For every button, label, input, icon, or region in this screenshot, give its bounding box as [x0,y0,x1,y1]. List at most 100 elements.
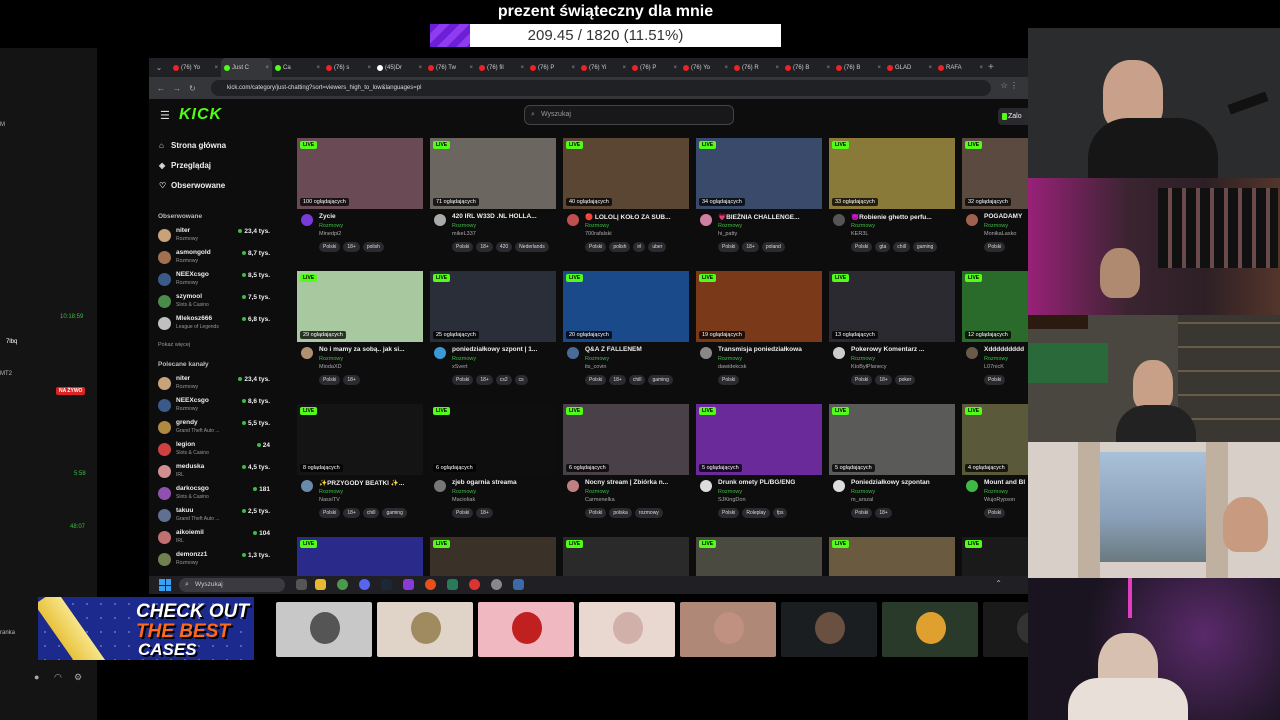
streamer-name[interactable]: Minedpi2 [319,231,341,237]
tag[interactable]: 420 [495,242,513,252]
stream-category[interactable]: Rozmowy [319,489,343,495]
sidebar-channel[interactable]: darkocsgo Slots & Casino 181 [158,485,270,507]
stream-thumbnail[interactable]: LIVE 13 oglądających [829,271,955,342]
browser-tab[interactable]: (76) B × [782,58,833,77]
mic-icon[interactable]: ● [34,672,39,682]
tag[interactable]: uber [648,242,667,252]
stream-thumbnail[interactable]: LIVE 100 oglądających [297,138,423,209]
browser-tab[interactable]: Ca × [272,58,323,77]
bookmark-star-icon[interactable]: ☆ ⋮ [1001,81,1018,90]
stream-category[interactable]: Rozmowy [585,489,609,495]
stream-title[interactable]: 🔴 LOLOL| KOŁO ZA SUB... [585,213,689,221]
tag[interactable]: rozmowy [634,508,663,518]
avatar[interactable] [833,347,845,359]
avatar[interactable] [301,347,313,359]
stream-card[interactable]: LIVE 33 oglądających 😈Robienie ghetto perf… [829,138,955,268]
tag[interactable]: 18+ [875,508,892,518]
stream-title[interactable]: Życie [319,213,423,220]
tag[interactable]: Polski [319,375,341,385]
show-more-link[interactable]: Pokaż więcej [158,342,190,348]
stream-category[interactable]: Rozmowy [585,223,609,229]
stream-thumbnail[interactable]: LIVE 32 oglądających [962,138,1028,209]
browser-tab[interactable]: (76) s × [323,58,374,77]
tag[interactable]: polish [609,242,631,252]
avatar[interactable] [966,214,978,226]
tag[interactable]: 18+ [476,242,493,252]
nav-following[interactable]: ♡ Obserwowane [159,181,225,190]
sidebar-channel[interactable]: demonzz1 Rozmowy 1,3 tys. [158,551,270,573]
stream-category[interactable]: Rozmowy [984,489,1008,495]
reload-icon[interactable]: ↻ [189,84,196,93]
chrome-icon[interactable] [337,579,348,590]
streamer-name[interactable]: MiodaXD [319,364,342,370]
close-tab-icon[interactable]: × [265,65,269,71]
stream-card[interactable]: LIVE 8 oglądających ✨PRZYGODY BEATKI ✨... R… [297,404,423,534]
close-tab-icon[interactable]: × [571,65,575,71]
browser-tab[interactable]: RAFA × [935,58,986,77]
stream-thumbnail[interactable]: LIVE 6 oglądających [563,404,689,475]
sidebar-channel[interactable]: Mlekosz666 League of Legends 6,8 tys. [158,315,270,337]
close-tab-icon[interactable]: × [316,65,320,71]
browser-tab[interactable]: (76) R × [731,58,782,77]
tag[interactable]: Polski [851,508,873,518]
stream-thumbnail[interactable]: LIVE 25 oglądających [430,271,556,342]
stream-thumbnail[interactable]: LIVE [430,537,556,576]
stream-category[interactable]: Rozmowy [319,356,343,362]
tag[interactable]: 18+ [476,508,493,518]
stream-category[interactable]: Rozmowy [851,489,875,495]
tag[interactable]: 18+ [875,375,892,385]
tag[interactable]: chill [628,375,646,385]
stream-card[interactable]: LIVE 12 oglądających Xddddddddd Rozmowy L07n… [962,271,1028,401]
stream-card[interactable]: LIVE [696,537,822,576]
stream-card[interactable]: LIVE 6 oglądających Nocny stream | Zbiórka… [563,404,689,534]
stream-thumbnail[interactable]: LIVE [962,537,1028,576]
tag[interactable]: chill [362,508,380,518]
close-tab-icon[interactable]: × [673,65,677,71]
stream-category[interactable]: Rozmowy [851,223,875,229]
stream-card[interactable]: LIVE 19 oglądających Transmisja poniedział… [696,271,822,401]
streamer-name[interactable]: SJKingDon [718,497,746,503]
gear-icon[interactable]: ⚙ [74,672,82,683]
stream-card[interactable]: LIVE 6 oglądających zjeb ogarnia streama Ro… [430,404,556,534]
stream-card[interactable]: LIVE 29 oglądających No i mamy za sobą.. j… [297,271,423,401]
browser-tab[interactable]: (45)Dr × [374,58,425,77]
stream-thumbnail[interactable]: LIVE 5 oglądających [696,404,822,475]
streamer-name[interactable]: KER3L [851,231,868,237]
stream-category[interactable]: Rozmowy [452,223,476,229]
tag[interactable]: Polski [851,242,873,252]
stream-card[interactable]: LIVE [962,537,1028,576]
tag[interactable]: Polski [585,508,607,518]
tag[interactable]: 18+ [609,375,626,385]
new-tab-icon[interactable]: + [988,62,994,73]
app-icon[interactable] [447,579,458,590]
avatar[interactable] [833,480,845,492]
stream-title[interactable]: poniedziałkowy szpont | 1... [452,346,556,353]
sidebar-channel[interactable]: meduska IRL 4,5 tys. [158,463,270,485]
tag[interactable]: gaming [912,242,938,252]
avatar[interactable] [966,347,978,359]
stream-title[interactable]: Pokerowy Komentarz ... [851,346,955,353]
tab-search-icon[interactable]: ⌄ [152,61,166,75]
stream-thumbnail[interactable]: LIVE 12 oglądających [962,271,1028,342]
back-icon[interactable]: ← [157,84,165,93]
browser-tab[interactable]: (76) P × [527,58,578,77]
tag[interactable]: 18+ [343,242,360,252]
close-tab-icon[interactable]: × [469,65,473,71]
tag[interactable]: cs2 [495,375,512,385]
tag[interactable]: Polski [718,375,740,385]
streamer-name[interactable]: mikeL337 [452,231,476,237]
steam-icon[interactable] [381,579,392,590]
avatar[interactable] [567,214,579,226]
tag[interactable]: 18+ [343,375,360,385]
stream-category[interactable]: Rozmowy [984,356,1008,362]
sidebar-channel[interactable]: asmongold Rozmowy 8,7 tys. [158,249,270,271]
avatar[interactable] [966,480,978,492]
tag[interactable]: gaming [648,375,673,385]
stream-card[interactable]: LIVE [563,537,689,576]
stream-title[interactable]: Nocny stream | Zbiórka n... [585,479,689,486]
sidebar-channel[interactable]: NEEXcsgo Rozmowy 8,6 tys. [158,397,270,419]
taskview-icon[interactable] [296,579,307,590]
tag[interactable]: Polski [452,375,474,385]
tag[interactable]: poker [894,375,916,385]
stream-title[interactable]: Mount and Bl [984,479,1028,486]
